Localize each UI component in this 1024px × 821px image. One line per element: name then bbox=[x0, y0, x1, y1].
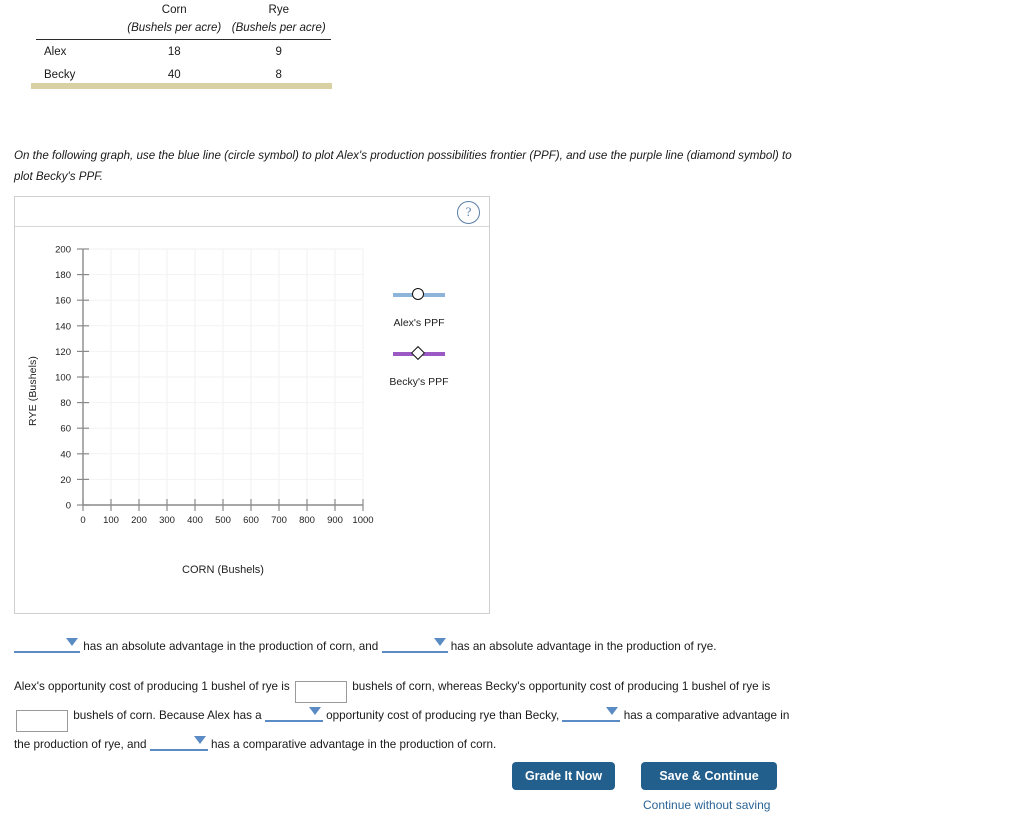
chevron-down-icon bbox=[308, 707, 321, 715]
absolute-advantage-text-1: has an absolute advantage in the product… bbox=[83, 640, 379, 653]
y-tick-label: 120 bbox=[55, 347, 71, 358]
absolute-advantage-sentence: has an absolute advantage in the product… bbox=[14, 634, 814, 659]
becky-opportunity-cost-input[interactable] bbox=[16, 710, 68, 732]
chevron-down-icon bbox=[66, 638, 78, 646]
graph-toolbar: ? bbox=[15, 197, 489, 227]
table: Corn Rye (Bushels per acre) (Bushels per… bbox=[36, 0, 331, 86]
grade-it-now-button[interactable]: Grade It Now bbox=[512, 762, 615, 790]
chevron-down-icon bbox=[606, 707, 619, 715]
legend-symbol-alex[interactable] bbox=[393, 288, 445, 302]
circle-icon bbox=[412, 288, 424, 300]
y-tick-label: 80 bbox=[60, 398, 71, 409]
productivity-table: Corn Rye (Bushels per acre) (Bushels per… bbox=[36, 0, 331, 86]
cell-alex-corn: 18 bbox=[167, 45, 181, 58]
y-axis-title: RYE (Bushels) bbox=[27, 356, 39, 426]
table-row: Alex 18 9 bbox=[36, 40, 331, 64]
x-tick-label: 100 bbox=[103, 515, 119, 526]
column-header-corn: Corn bbox=[161, 3, 187, 16]
x-tick-label: 400 bbox=[187, 515, 203, 526]
x-tick-label: 0 bbox=[80, 515, 85, 526]
absolute-advantage-text-2: has an absolute advantage in the product… bbox=[450, 640, 717, 653]
comparative-text-1: Alex's opportunity cost of producing 1 b… bbox=[14, 680, 290, 693]
dropdown-comparative-corn[interactable] bbox=[149, 733, 208, 751]
save-and-continue-button[interactable]: Save & Continue bbox=[641, 762, 777, 790]
x-tick-label: 600 bbox=[243, 515, 259, 526]
x-axis-title: CORN (Bushels) bbox=[182, 564, 264, 576]
table-corner-cell bbox=[36, 0, 122, 17]
legend-label-becky: Becky's PPF bbox=[389, 376, 449, 388]
y-tick-label: 100 bbox=[55, 373, 71, 384]
comparative-text-2: bushels of corn, whereas Becky's opportu… bbox=[352, 680, 771, 693]
column-subheader-corn: (Bushels per acre) bbox=[127, 21, 222, 34]
y-tick-label: 140 bbox=[55, 321, 71, 332]
row-label-alex: Alex bbox=[44, 45, 67, 58]
help-icon[interactable]: ? bbox=[457, 201, 480, 224]
comparative-text-6: has a comparative advantage in the produ… bbox=[211, 738, 497, 751]
legend-label-alex: Alex's PPF bbox=[393, 317, 445, 329]
plot-area[interactable]: 200 180 160 140 120 100 80 60 40 20 0 0 … bbox=[15, 227, 489, 613]
x-tick-label: 500 bbox=[215, 515, 231, 526]
cell-alex-rye: 9 bbox=[275, 45, 282, 58]
legend-symbol-becky[interactable] bbox=[393, 345, 445, 361]
dropdown-absolute-corn[interactable] bbox=[14, 635, 80, 653]
x-tick-label: 300 bbox=[159, 515, 175, 526]
diamond-icon bbox=[410, 345, 426, 361]
x-tick-label: 200 bbox=[131, 515, 147, 526]
y-tick-label: 40 bbox=[60, 449, 71, 460]
comparative-advantage-paragraph: Alex's opportunity cost of producing 1 b… bbox=[14, 674, 804, 758]
dropdown-cost-comparison[interactable] bbox=[264, 704, 323, 722]
gridlines bbox=[83, 248, 364, 505]
x-tick-label: 900 bbox=[327, 515, 343, 526]
y-tick-label: 0 bbox=[66, 501, 71, 512]
table-bottom-bar bbox=[31, 83, 332, 89]
x-tick-label: 800 bbox=[299, 515, 315, 526]
instruction-text: On the following graph, use the blue lin… bbox=[14, 149, 792, 183]
table-corner-cell-sub bbox=[36, 17, 122, 38]
comparative-text-4: opportunity cost of producing rye than B… bbox=[326, 709, 560, 722]
table-header-sub-row: (Bushels per acre) (Bushels per acre) bbox=[36, 17, 331, 38]
chevron-down-icon bbox=[433, 638, 446, 646]
comparative-text-3: bushels of corn. Because Alex has a bbox=[73, 709, 262, 722]
y-tick-label: 160 bbox=[55, 296, 71, 307]
y-tick-labels: 200 180 160 140 120 100 80 60 40 20 0 bbox=[55, 245, 71, 512]
continue-without-saving-link[interactable]: Continue without saving bbox=[643, 798, 843, 812]
chevron-down-icon bbox=[193, 736, 206, 744]
column-subheader-rye: (Bushels per acre) bbox=[231, 21, 326, 34]
column-header-rye: Rye bbox=[268, 3, 289, 16]
alex-opportunity-cost-input[interactable] bbox=[295, 681, 347, 703]
y-tick-label: 200 bbox=[55, 245, 71, 256]
y-tick-label: 20 bbox=[60, 475, 71, 486]
x-tick-labels: 0 100 200 300 400 500 600 700 800 900 10… bbox=[80, 515, 373, 526]
dropdown-absolute-rye[interactable] bbox=[381, 635, 448, 653]
plot-svg[interactable]: 200 180 160 140 120 100 80 60 40 20 0 0 … bbox=[15, 227, 489, 613]
table-header-title-row: Corn Rye bbox=[36, 0, 331, 17]
y-tick-label: 60 bbox=[60, 424, 71, 435]
x-tick-label: 700 bbox=[271, 515, 287, 526]
graph-panel[interactable]: ? 200 180 160 140 120 100 80 60 40 20 0 … bbox=[14, 196, 490, 614]
y-tick-label: 180 bbox=[55, 270, 71, 281]
x-tick-label: 1000 bbox=[352, 515, 373, 526]
dropdown-comparative-rye[interactable] bbox=[562, 704, 621, 722]
